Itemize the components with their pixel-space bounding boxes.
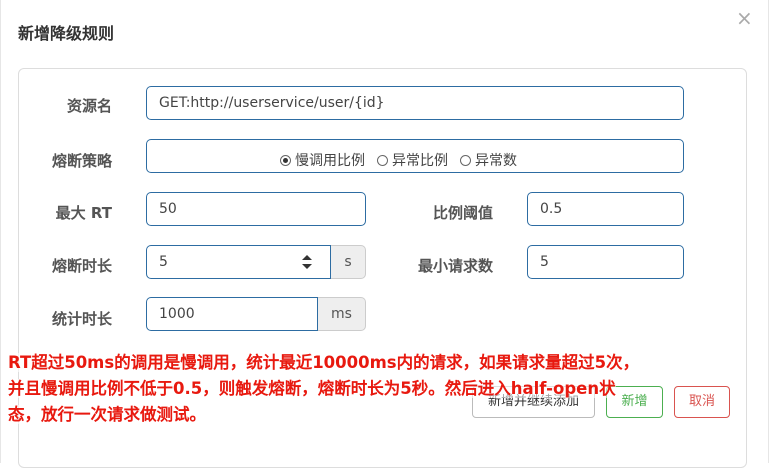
resource-label: 资源名 — [66, 97, 112, 115]
radio-exception-count[interactable]: 异常数 — [460, 150, 517, 170]
radio-slow-ratio[interactable]: 慢调用比例 — [280, 150, 365, 170]
number-spinner-icon[interactable] — [301, 253, 313, 271]
annotation-text: RT超过50ms的调用是慢调用，统计最近10000ms内的请求，如果请求量超过5… — [8, 350, 763, 428]
radio-exception-ratio[interactable]: 异常比例 — [377, 150, 448, 170]
min-requests-label: 最小请求数 — [417, 257, 493, 275]
annotation-line-2: 并且慢调用比例不低于0.5，则触发熔断，熔断时长为5秒。然后进入half-ope… — [8, 379, 616, 398]
stat-duration-label: 统计时长 — [51, 310, 112, 328]
ratio-label: 比例阈值 — [432, 204, 493, 222]
strategy-label: 熔断策略 — [51, 152, 112, 170]
strategy-radio-group: 慢调用比例 异常比例 异常数 — [280, 150, 517, 170]
radio-checked-icon — [280, 154, 291, 166]
left-edge-line — [0, 0, 1, 463]
break-duration-unit: s — [331, 245, 366, 279]
radio-exception-ratio-label: 异常比例 — [392, 153, 448, 169]
resource-input[interactable]: GET:http://userservice/user/{id} — [146, 86, 684, 120]
ratio-input[interactable]: 0.5 — [527, 192, 684, 226]
annotation-line-1: RT超过50ms的调用是慢调用，统计最近10000ms内的请求，如果请求量超过5… — [8, 353, 640, 372]
stat-duration-unit: ms — [318, 297, 366, 331]
break-duration-label: 熔断时长 — [51, 257, 112, 275]
radio-unchecked-icon — [460, 154, 471, 166]
radio-slow-ratio-label: 慢调用比例 — [295, 153, 365, 169]
min-requests-input[interactable]: 5 — [527, 245, 684, 279]
dialog-title: 新增降级规则 — [18, 24, 115, 43]
radio-exception-count-label: 异常数 — [475, 153, 517, 169]
close-icon[interactable]: × — [736, 8, 753, 28]
stat-duration-input[interactable]: 1000 — [146, 297, 318, 331]
radio-unchecked-icon — [377, 154, 388, 166]
max-rt-input[interactable]: 50 — [146, 192, 366, 226]
annotation-line-3: 态，放行一次请求做测试。 — [8, 405, 206, 424]
max-rt-label: 最大 RT — [55, 204, 112, 222]
